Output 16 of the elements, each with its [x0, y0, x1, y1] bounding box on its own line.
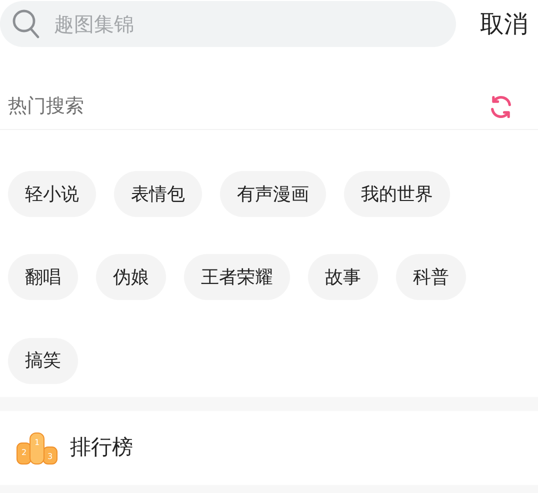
cancel-button[interactable]: 取消 [480, 6, 528, 42]
tag-chip[interactable]: 科普 [396, 254, 466, 300]
tag-chip[interactable]: 我的世界 [344, 171, 450, 217]
tag-chip[interactable]: 故事 [308, 254, 378, 300]
tag-chip[interactable]: 表情包 [114, 171, 202, 217]
menu-label: 排行榜 [70, 434, 133, 462]
refresh-icon[interactable] [488, 94, 514, 120]
tag-chip[interactable]: 搞笑 [8, 338, 78, 384]
tag-chip[interactable]: 王者荣耀 [184, 254, 290, 300]
tag-chip[interactable]: 有声漫画 [220, 171, 326, 217]
tag-chip[interactable]: 轻小说 [8, 171, 96, 217]
section-title: 热门搜索 [8, 94, 84, 120]
search-icon [12, 9, 40, 39]
tag-chip[interactable]: 伪娘 [96, 254, 166, 300]
search-field[interactable]: 趣图集锦 [0, 1, 456, 47]
tag-chip[interactable]: 翻唱 [8, 254, 78, 300]
